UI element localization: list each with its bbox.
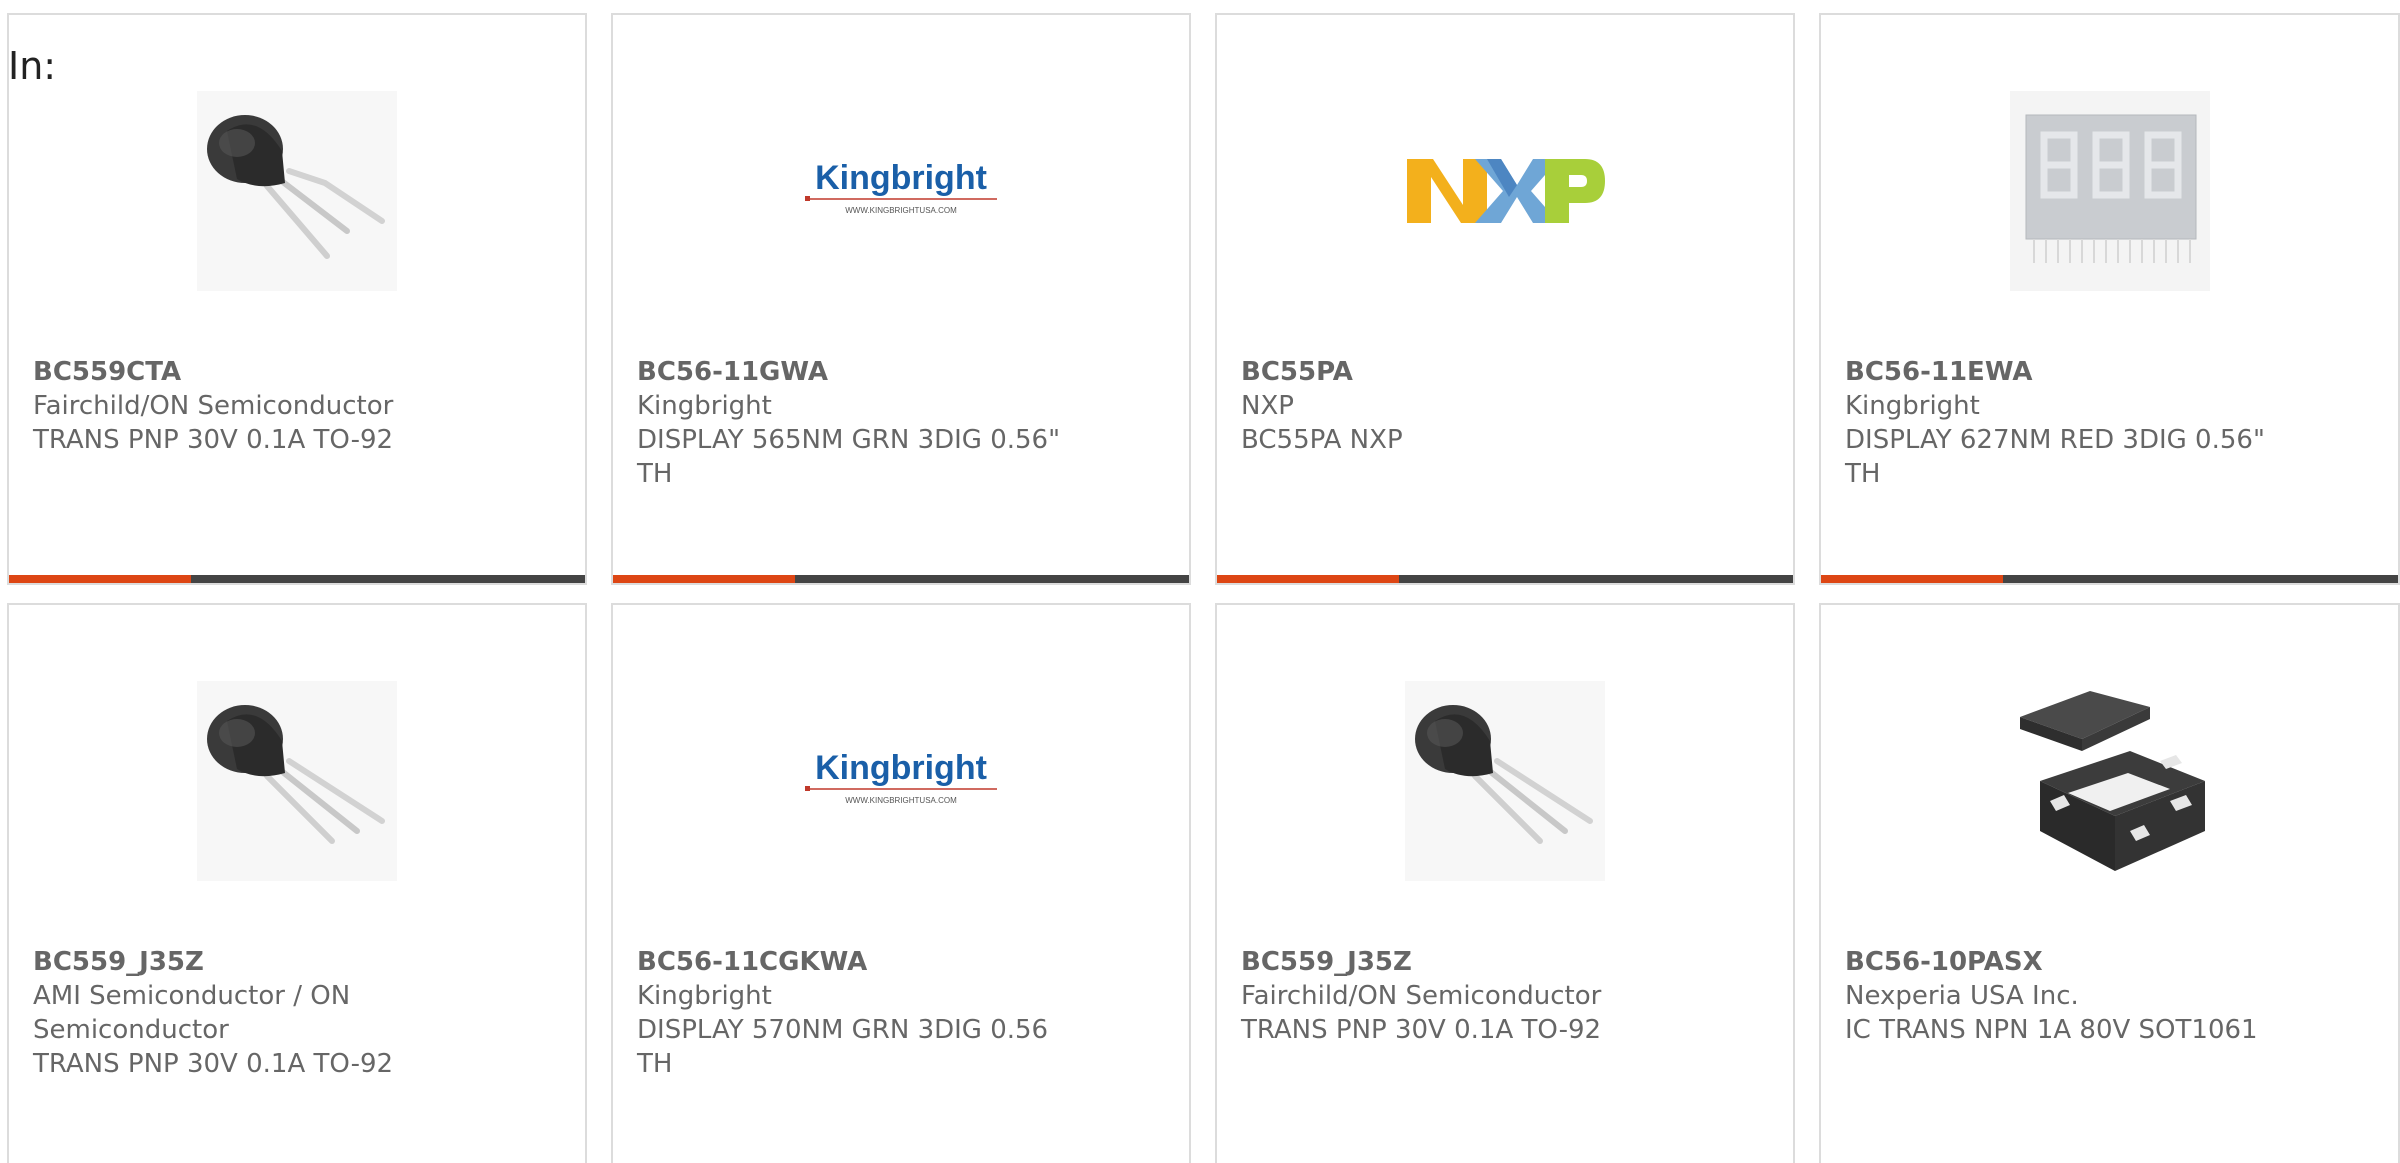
- sot1061-package-image: [2009, 681, 2210, 881]
- part-number[interactable]: BC55PA: [1241, 355, 1769, 389]
- manufacturer-name: Kingbright: [1845, 391, 1980, 421]
- part-number[interactable]: BC559_J35Z: [33, 945, 561, 979]
- part-number[interactable]: BC56-11CGKWA: [637, 945, 1165, 979]
- product-card[interactable]: BC55PA NXP BC55PA NXP: [1215, 13, 1795, 585]
- part-number[interactable]: BC56-10PASX: [1845, 945, 2374, 979]
- product-card[interactable]: Kingbright WWW.KINGBRIGHTUSA.COM BC56-11…: [611, 603, 1191, 1163]
- nxp-logo: [1405, 91, 1605, 291]
- to92-transistor-image: [197, 681, 397, 881]
- to92-transistor-image: [1405, 681, 1605, 881]
- product-card[interactable]: BC559_J35Z Fairchild/ON Semiconductor TR…: [1215, 603, 1795, 1163]
- manufacturer-name: Kingbright: [637, 391, 772, 421]
- manufacturer-name: Fairchild/ON Semiconductor: [33, 391, 394, 421]
- card-footer-bar: [1217, 575, 1793, 583]
- svg-text:Kingbright: Kingbright: [815, 159, 987, 197]
- part-description: TRANS PNP 30V 0.1A TO-92: [33, 425, 394, 455]
- manufacturer-name: Fairchild/ON Semiconductor: [1241, 981, 1602, 1011]
- part-description: BC55PA NXP: [1241, 425, 1403, 455]
- kingbright-logo: Kingbright WWW.KINGBRIGHTUSA.COM: [801, 91, 1001, 291]
- part-description: DISPLAY 570NM GRN 3DIG 0.56 TH: [637, 1015, 1049, 1079]
- svg-text:WWW.KINGBRIGHTUSA.COM: WWW.KINGBRIGHTUSA.COM: [845, 206, 957, 215]
- part-number[interactable]: BC56-11GWA: [637, 355, 1165, 389]
- kingbright-logo: Kingbright WWW.KINGBRIGHTUSA.COM: [801, 681, 1001, 881]
- filter-in-label: In:: [8, 44, 57, 88]
- svg-text:WWW.KINGBRIGHTUSA.COM: WWW.KINGBRIGHTUSA.COM: [845, 796, 957, 805]
- seven-segment-display-image: [2009, 91, 2210, 291]
- card-footer-bar: [613, 575, 1189, 583]
- part-description: DISPLAY 565NM GRN 3DIG 0.56" TH: [637, 425, 1061, 489]
- manufacturer-name: AMI Semiconductor / ON Semiconductor: [33, 981, 351, 1045]
- part-description: IC TRANS NPN 1A 80V SOT1061: [1845, 1015, 2258, 1045]
- results-page: In: BC559CTA Fairchild/ON Semiconductor …: [0, 0, 2400, 1163]
- product-card[interactable]: BC559_J35Z AMI Semiconductor / ON Semico…: [7, 603, 587, 1163]
- part-number[interactable]: BC559_J35Z: [1241, 945, 1769, 979]
- card-footer-bar: [1821, 575, 2398, 583]
- to92-transistor-image: [197, 91, 397, 291]
- manufacturer-name: NXP: [1241, 391, 1294, 421]
- part-description: TRANS PNP 30V 0.1A TO-92: [1241, 1015, 1602, 1045]
- svg-text:Kingbright: Kingbright: [815, 749, 987, 787]
- product-card[interactable]: BC56-10PASX Nexperia USA Inc. IC TRANS N…: [1819, 603, 2400, 1163]
- product-card[interactable]: BC559CTA Fairchild/ON Semiconductor TRAN…: [7, 13, 587, 585]
- product-card[interactable]: BC56-11EWA Kingbright DISPLAY 627NM RED …: [1819, 13, 2400, 585]
- manufacturer-name: Kingbright: [637, 981, 772, 1011]
- manufacturer-name: Nexperia USA Inc.: [1845, 981, 2079, 1011]
- part-number[interactable]: BC559CTA: [33, 355, 561, 389]
- part-description: DISPLAY 627NM RED 3DIG 0.56" TH: [1845, 425, 2265, 489]
- product-card[interactable]: Kingbright WWW.KINGBRIGHTUSA.COM BC56-11…: [611, 13, 1191, 585]
- card-footer-bar: [9, 575, 585, 583]
- part-description: TRANS PNP 30V 0.1A TO-92: [33, 1049, 394, 1079]
- part-number[interactable]: BC56-11EWA: [1845, 355, 2374, 389]
